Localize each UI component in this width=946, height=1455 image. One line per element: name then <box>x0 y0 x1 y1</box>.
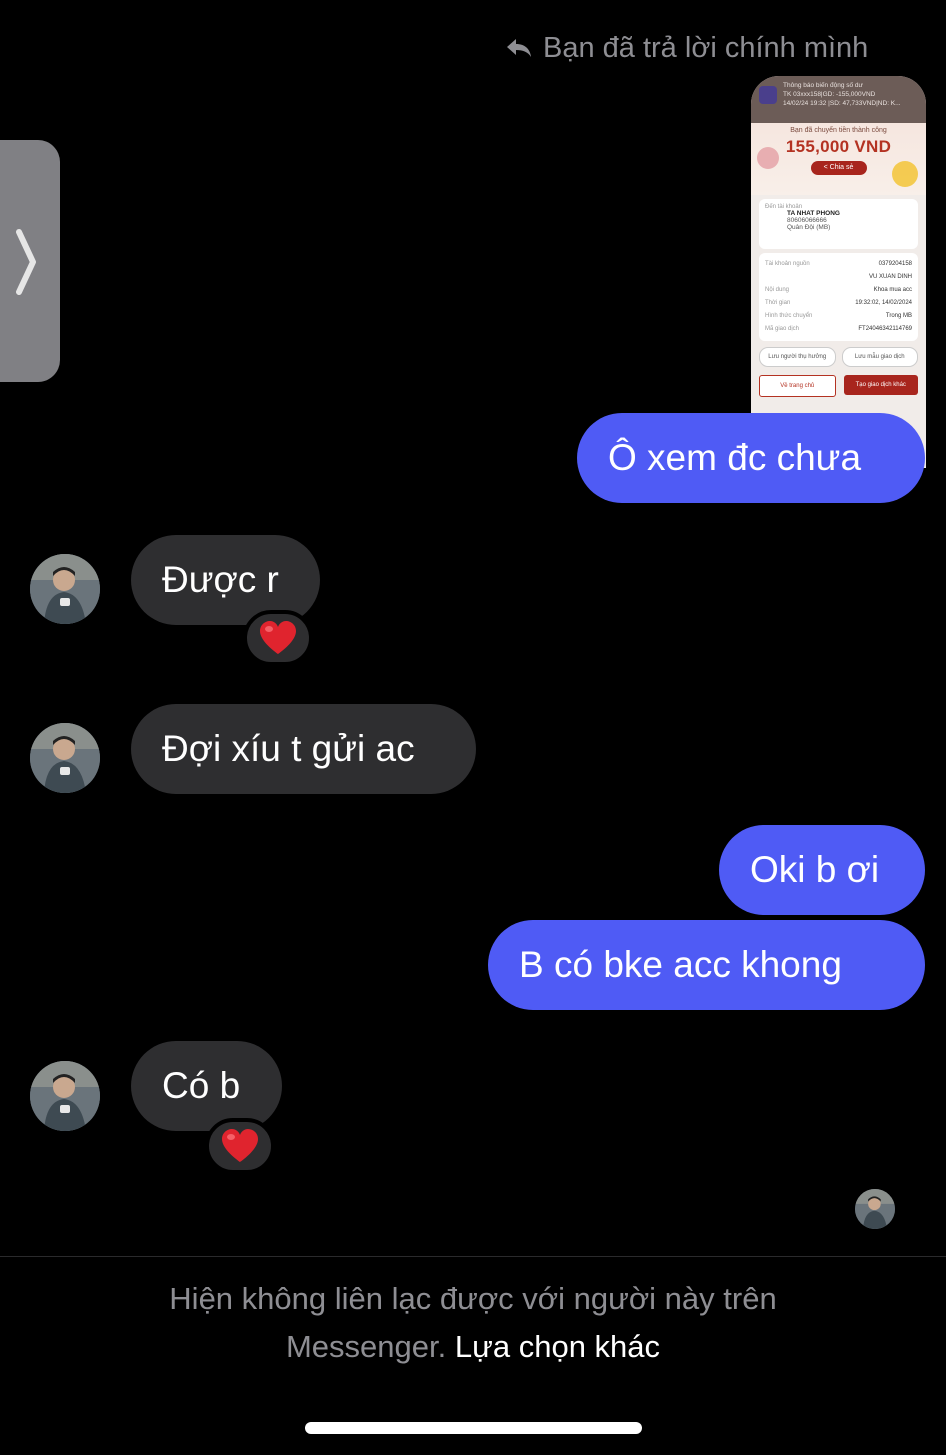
side-panel-handle[interactable] <box>0 140 60 382</box>
receipt-row-label: Thời gian <box>765 300 791 306</box>
message-bubble-outgoing[interactable]: Ô xem đc chưa <box>577 413 925 503</box>
receipt-row-value: Trong MB <box>885 313 912 319</box>
receipt-row-label: Mã giao dịch <box>765 326 800 332</box>
flower-decoration <box>757 147 779 169</box>
receipt-share-label: Chia sẻ <box>829 164 854 171</box>
receipt-share-button: < Chia sẻ <box>810 161 867 175</box>
receipt-details-card: Tài khoản nguồn 0379204158 VU XUAN DINH N… <box>759 253 918 341</box>
receipt-new-transaction-button: Tạo giao dịch khác <box>843 375 918 395</box>
receipt-row: Thời gian 19:32:02, 14/02/2024 <box>765 297 912 310</box>
unavailable-notice-line1: Hiện không liên lạc được với người này t… <box>169 1281 777 1316</box>
receipt-recipient-card: Đến tài khoản TA NHAT PHONG 80606066666 … <box>759 199 918 249</box>
message-bubble-incoming[interactable]: Có b <box>131 1041 282 1131</box>
receipt-row-value: 19:32:02, 14/02/2024 <box>855 300 912 306</box>
receipt-row: Nội dung Khoa mua acc <box>765 284 912 297</box>
receipt-save-buttons: Lưu người thụ hưởng Lưu mẫu giao dịch <box>759 347 918 367</box>
reply-header: Bạn đã trả lời chính mình <box>505 28 868 68</box>
reply-header-text: Bạn đã trả lời chính mình <box>543 31 869 64</box>
heart-icon <box>260 621 296 654</box>
receipt-notification-title: Thông báo biến động số dư <box>783 82 863 89</box>
reply-arrow-icon <box>507 39 531 57</box>
home-indicator[interactable] <box>305 1422 642 1434</box>
receipt-row-label: Tài khoản nguồn <box>765 261 810 267</box>
unavailable-notice-prefix: Messenger. <box>285 1329 447 1364</box>
shared-receipt-image[interactable]: Thông báo biến động số dư TK 03xxx158|GD… <box>751 76 926 468</box>
receipt-save-beneficiary: Lưu người thụ hưởng <box>759 347 836 367</box>
receipt-row: Tài khoản nguồn 0379204158 <box>765 258 912 271</box>
flower-decoration <box>892 161 918 187</box>
receipt-row-value: 0379204158 <box>878 261 912 267</box>
avatar-photo <box>855 1189 895 1229</box>
unavailable-notice-line2: Messenger. Lựa chọn khác <box>0 1323 946 1371</box>
receipt-home-button: Về trang chủ <box>759 375 836 397</box>
receipt-recipient-bank: Quân Đội (MB) <box>787 224 831 231</box>
message-bubble-incoming[interactable]: Đợi xíu t gửi ac <box>131 704 476 794</box>
receipt-recipient-name: TA NHAT PHONG <box>787 210 840 217</box>
receipt-row-label: Hình thức chuyển <box>765 313 813 319</box>
receipt-recipient-account: 80606066666 <box>787 217 827 224</box>
receipt-notification: Thông báo biến động số dư TK 03xxx158|GD… <box>751 76 926 123</box>
receipt-notification-line1: TK 03xxx158|GD: -155,000VND <box>783 91 876 98</box>
heart-icon <box>222 1129 258 1162</box>
receipt-row-value: FT24046342114769 <box>858 326 912 332</box>
receipt-row-value: VU XUAN DINH <box>868 274 912 280</box>
avatar-photo <box>30 1061 100 1131</box>
reaction-badge[interactable] <box>243 610 313 666</box>
receipt-notification-line2: 14/02/24 19:32 |SD: 47,733VND|ND: K... <box>783 100 901 107</box>
receipt-row-label: Nội dung <box>765 287 790 293</box>
receipt-row: VU XUAN DINH <box>765 271 912 284</box>
chevron-right-icon <box>16 229 36 295</box>
seen-avatar <box>855 1189 895 1229</box>
receipt-row: Mã giao dịch FT24046342114769 <box>765 323 912 336</box>
reaction-badge[interactable] <box>205 1118 275 1174</box>
receipt-row: Hình thức chuyển Trong MB <box>765 310 912 323</box>
avatar[interactable] <box>30 723 100 793</box>
message-bubble-outgoing[interactable]: Oki b ơi <box>719 825 925 915</box>
avatar[interactable] <box>30 1061 100 1131</box>
receipt-banner: Bạn đã chuyển tiền thành công 155,000 VN… <box>751 123 926 195</box>
other-options-link[interactable]: Lựa chọn khác <box>455 1329 660 1364</box>
avatar[interactable] <box>30 554 100 624</box>
footer-divider <box>0 1256 946 1257</box>
avatar-photo <box>30 554 100 624</box>
unavailable-notice: Hiện không liên lạc được với người này t… <box>0 1275 946 1371</box>
receipt-success-text: Bạn đã chuyển tiền thành công <box>790 127 887 134</box>
message-bubble-outgoing[interactable]: B có bke acc khong <box>488 920 925 1010</box>
receipt-action-buttons: Về trang chủ Tạo giao dịch khác <box>759 375 918 397</box>
receipt-save-template: Lưu mẫu giao dịch <box>841 347 918 367</box>
bank-logo-icon <box>759 86 777 104</box>
receipt-row-value: Khoa mua acc <box>873 287 912 293</box>
avatar-photo <box>30 723 100 793</box>
